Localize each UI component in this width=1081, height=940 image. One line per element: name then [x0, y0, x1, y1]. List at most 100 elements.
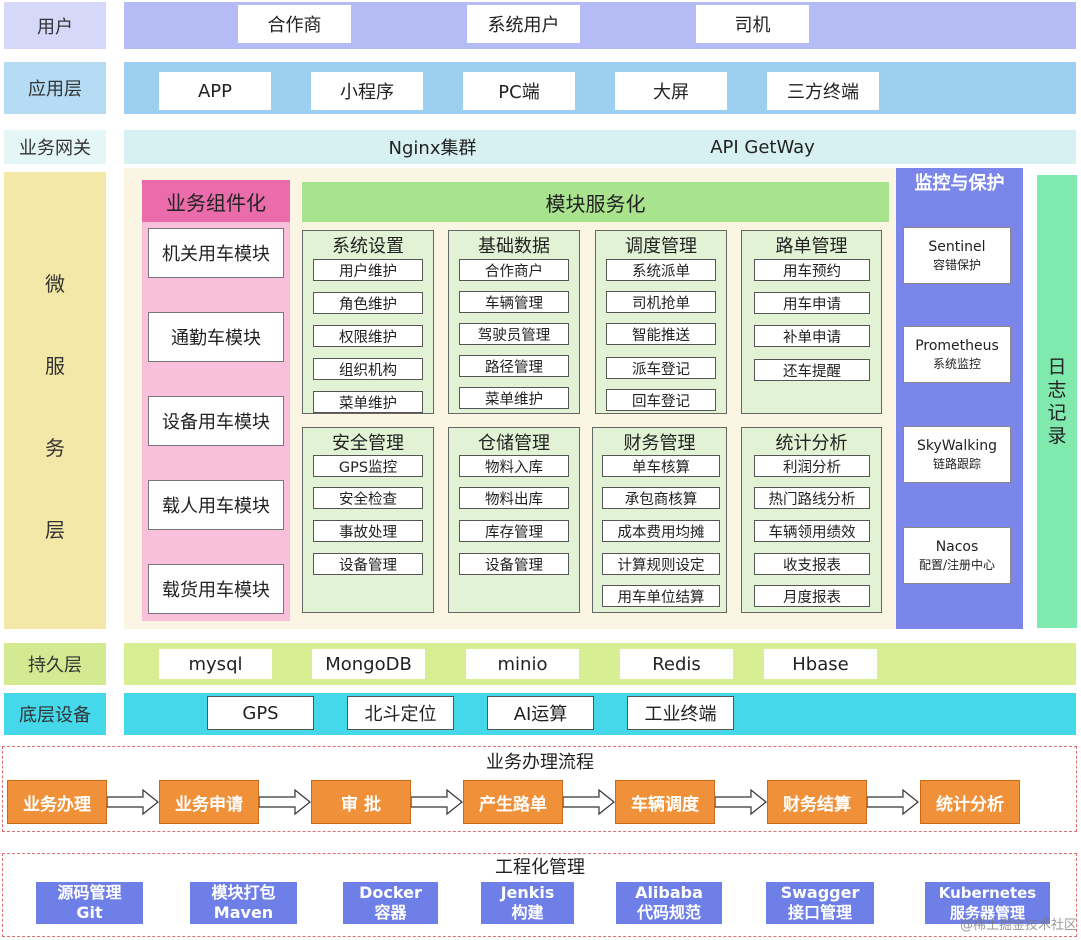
engineering-item-line: 构建	[511, 903, 544, 922]
app-item-miniprogram: 小程序	[311, 72, 423, 110]
engineering-item-line: 接口管理	[787, 903, 852, 922]
micro-label-char: 微	[45, 272, 65, 297]
engineering-item-maven: 模块打包 Maven	[190, 882, 297, 924]
module-group-dispatch: 调度管理 系统派单 司机抢单 智能推送 派车登记 回车登记	[595, 230, 727, 414]
persist-item-redis: Redis	[620, 649, 733, 679]
engineering-title: 工程化管理	[495, 857, 585, 878]
gateway-layer-label: 业务网关	[4, 130, 106, 164]
engineering-item-line: 模块打包	[211, 883, 276, 902]
component-item: 通勤车模块	[148, 312, 284, 362]
micro-label-char: 层	[45, 517, 65, 542]
engineering-item-line: Swagger	[780, 883, 860, 902]
flow-step: 产生路单	[463, 780, 563, 824]
monitor-item-skywalking: SkyWalking 链路跟踪	[903, 426, 1011, 483]
module-item: 车辆管理	[459, 291, 569, 313]
module-group-warehouse: 仓储管理 物料入库 物料出库 库存管理 设备管理	[448, 427, 580, 613]
flow-step: 统计分析	[920, 780, 1020, 824]
flow-arrow-icon	[715, 788, 767, 816]
module-item: 角色维护	[313, 292, 423, 314]
module-item: 驾驶员管理	[459, 323, 569, 345]
module-group-system-settings: 系统设置 用户维护 角色维护 权限维护 组织机构 菜单维护	[302, 230, 434, 414]
module-item: 用车申请	[754, 292, 870, 314]
module-item: 组织机构	[313, 358, 423, 380]
module-group-waybill: 路单管理 用车预约 用车申请 补单申请 还车提醒	[741, 230, 882, 414]
app-item-pc: PC端	[463, 72, 575, 110]
module-group-title: 基础数据	[478, 236, 550, 257]
module-item: 设备管理	[313, 553, 423, 575]
module-item: 库存管理	[459, 520, 569, 542]
module-group-basic-data: 基础数据 合作商户 车辆管理 驾驶员管理 路径管理 菜单维护	[448, 230, 580, 414]
module-item: 用户维护	[313, 259, 423, 281]
flow-step: 审 批	[311, 780, 411, 824]
micro-label-char: 服	[45, 354, 65, 379]
flow-step: 财务结算	[767, 780, 867, 824]
monitor-item-desc: 系统监控	[932, 356, 981, 371]
module-group-title: 系统设置	[332, 236, 404, 257]
module-item: 事故处理	[313, 520, 423, 542]
log-label-char: 记	[1047, 401, 1067, 424]
monitor-item-name: Nacos	[935, 538, 979, 555]
engineering-item-line: 代码规范	[636, 903, 701, 922]
module-item: 权限维护	[313, 325, 423, 347]
module-item: 用车预约	[754, 259, 870, 281]
module-group-statistics: 统计分析 利润分析 热门路线分析 车辆领用绩效 收支报表 月度报表	[741, 427, 882, 613]
module-item: 安全检查	[313, 487, 423, 509]
engineering-item-line: Git	[76, 903, 103, 922]
module-item: 计算规则设定	[602, 553, 720, 575]
engineering-item-alibaba: Alibaba 代码规范	[616, 882, 722, 924]
flow-arrow-icon	[867, 788, 919, 816]
device-layer-label: 底层设备	[4, 693, 106, 735]
gateway-layer-band	[124, 130, 1076, 164]
module-group-title: 调度管理	[625, 236, 697, 257]
engineering-item-line: Jenkis	[500, 883, 555, 902]
module-item: 补单申请	[754, 325, 870, 347]
components-title: 业务组件化	[142, 180, 290, 222]
module-item: 司机抢单	[606, 291, 716, 313]
monitor-item-desc: 容错保护	[932, 257, 981, 272]
monitor-item-name: Sentinel	[928, 238, 986, 255]
gateway-item-api: API GetWay	[710, 136, 815, 158]
module-group-title: 路单管理	[775, 236, 848, 257]
engineering-item-line: Maven	[213, 903, 274, 922]
module-item: GPS监控	[313, 455, 423, 477]
module-item: 收支报表	[754, 553, 870, 575]
component-item: 载人用车模块	[148, 480, 284, 530]
micro-label-char: 务	[45, 435, 65, 460]
module-item: 承包商核算	[602, 487, 720, 509]
flow-arrow-icon	[107, 788, 159, 816]
user-layer-label: 用户	[4, 2, 106, 49]
module-group-title: 财务管理	[623, 433, 696, 454]
app-item-third-terminal: 三方终端	[767, 72, 879, 110]
engineering-item-swagger: Swagger 接口管理	[766, 882, 874, 924]
flow-step: 业务办理	[7, 780, 107, 824]
module-item: 系统派单	[606, 259, 716, 281]
monitor-item-name: SkyWalking	[917, 437, 997, 454]
persist-item-mongodb: MongoDB	[312, 649, 425, 679]
device-item-ai: AI运算	[487, 696, 594, 730]
monitor-item-desc: 配置/注册中心	[918, 557, 996, 572]
user-item-partner: 合作商	[238, 5, 351, 43]
module-item: 利润分析	[754, 455, 870, 477]
module-item: 月度报表	[754, 585, 870, 607]
module-item: 单车核算	[602, 455, 720, 477]
module-item: 菜单维护	[313, 391, 423, 413]
persist-item-mysql: mysql	[159, 649, 272, 679]
monitor-item-nacos: Nacos 配置/注册中心	[903, 527, 1011, 584]
module-group-title: 安全管理	[332, 433, 404, 454]
engineering-item-line: Kubernetes	[938, 884, 1037, 902]
persist-item-hbase: Hbase	[764, 649, 877, 679]
engineering-item-git: 源码管理 Git	[36, 882, 143, 924]
flow-arrow-icon	[411, 788, 463, 816]
log-label-char: 日	[1047, 355, 1067, 378]
monitor-title: 监控与保护	[914, 173, 1005, 194]
device-item-industrial: 工业终端	[627, 696, 734, 730]
module-item: 派车登记	[606, 357, 716, 379]
persist-layer-label: 持久层	[4, 643, 106, 685]
app-item-bigscreen: 大屏	[615, 72, 727, 110]
engineering-item-line: Docker	[359, 883, 422, 902]
module-item: 设备管理	[459, 553, 569, 575]
module-group-title: 仓储管理	[478, 433, 550, 454]
gateway-item-nginx: Nginx集群	[388, 138, 477, 159]
engineering-item-docker: Docker 容器	[343, 882, 438, 924]
user-item-driver: 司机	[696, 5, 809, 43]
